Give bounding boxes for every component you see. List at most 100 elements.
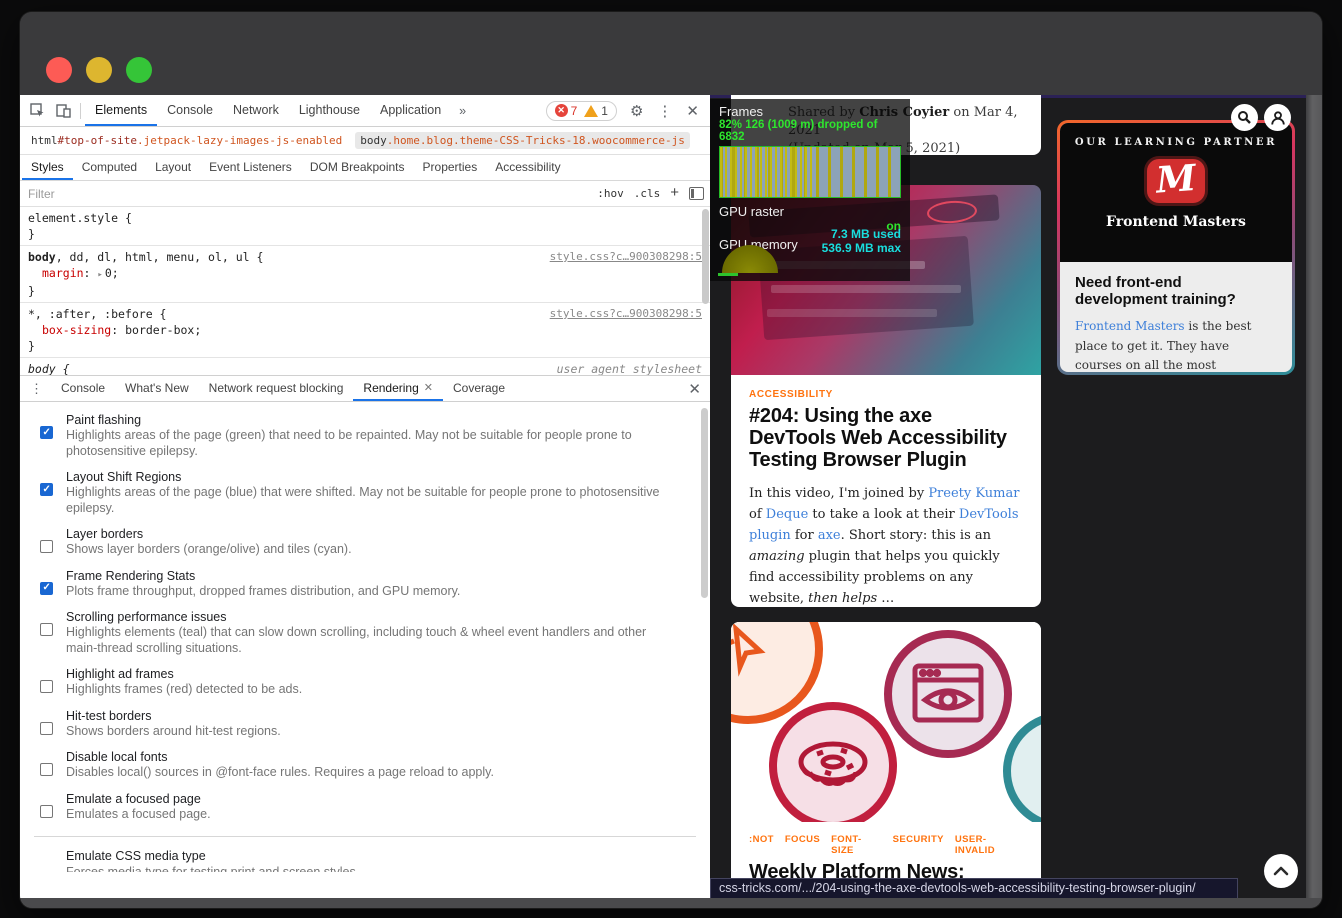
computed-sidebar-toggle-icon[interactable]: [689, 187, 704, 200]
drawer-tab-bar: ⋮ Console What's New Network request blo…: [20, 375, 710, 402]
tag-security[interactable]: SECURITY: [893, 834, 944, 856]
layout-shift-regions-checkbox[interactable]: [40, 483, 53, 496]
drawer-scrollbar[interactable]: [701, 408, 708, 598]
tab-computed[interactable]: Computed: [73, 155, 146, 180]
highlight-ad-frames-checkbox[interactable]: [40, 680, 53, 693]
tab-styles[interactable]: Styles: [22, 155, 73, 180]
option-highlight-ad-frames: Highlight ad frames Highlights frames (r…: [40, 666, 666, 698]
breadcrumb-body[interactable]: body.home.blog.theme-CSS-Tricks-18.wooco…: [355, 132, 690, 149]
link-deque[interactable]: Deque: [766, 507, 809, 522]
element-breadcrumbs: html#top-of-site.jetpack-lazy-images-js-…: [20, 127, 710, 155]
rendering-panel: Paint flashing Highlights areas of the p…: [20, 402, 710, 872]
gpu-raster-label: GPU raster: [719, 204, 784, 219]
layer-borders-checkbox[interactable]: [40, 540, 53, 553]
tab-dom-breakpoints[interactable]: DOM Breakpoints: [301, 155, 414, 180]
partner-brand-name[interactable]: Frontend Masters: [1060, 214, 1292, 230]
chevron-up-icon: [1273, 866, 1289, 876]
toggle-hover-state[interactable]: :hov: [597, 187, 624, 200]
drawer-tab-rendering[interactable]: Rendering✕: [353, 376, 443, 401]
more-tabs-chevron[interactable]: »: [451, 95, 474, 126]
link-axe[interactable]: axe: [818, 528, 841, 543]
styles-filter-input[interactable]: [26, 186, 587, 202]
new-style-rule-button[interactable]: +: [670, 184, 679, 201]
emulate-focused-page-checkbox[interactable]: [40, 805, 53, 818]
tab-event-listeners[interactable]: Event Listeners: [200, 155, 301, 180]
account-button[interactable]: [1264, 104, 1291, 131]
issues-counter[interactable]: ✕ 7 1: [546, 101, 617, 121]
emulate-media-type-desc: Forces media type for testing print and …: [66, 865, 696, 872]
tab-console[interactable]: Console: [157, 95, 223, 126]
css-rule-box-sizing[interactable]: style.css?c…900308298:5*, :after, :befor…: [20, 303, 710, 358]
drawer-kebab-menu-icon[interactable]: ⋮: [22, 376, 51, 401]
tab-properties[interactable]: Properties: [414, 155, 487, 180]
divider: [80, 103, 81, 119]
rules-scrollbar[interactable]: [702, 209, 709, 304]
tab-accessibility[interactable]: Accessibility: [486, 155, 569, 180]
option-layer-borders: Layer borders Shows layer borders (orang…: [40, 526, 666, 558]
category-tag-accessibility[interactable]: ACCESSIBILITY: [749, 389, 1023, 400]
tab-layout[interactable]: Layout: [146, 155, 200, 180]
close-tab-icon[interactable]: ✕: [424, 381, 433, 394]
tab-application[interactable]: Application: [370, 95, 451, 126]
minimize-traffic-light[interactable]: [86, 57, 112, 83]
devtools-toolbar: Elements Console Network Lighthouse Appl…: [20, 95, 710, 127]
drawer-tab-coverage[interactable]: Coverage: [443, 376, 515, 401]
partner-kicker: OUR LEARNING PARTNER: [1060, 137, 1292, 148]
scrolling-performance-checkbox[interactable]: [40, 623, 53, 636]
frame-rendering-stats-overlay: Frames 82% 126 (1009 m) dropped of 6832 …: [710, 99, 910, 281]
frontend-masters-logo[interactable]: M: [1147, 159, 1205, 203]
paint-flashing-checkbox[interactable]: [40, 426, 53, 439]
inspect-element-icon[interactable]: [24, 98, 50, 124]
link-preety-kumar[interactable]: Preety Kumar: [928, 486, 1019, 501]
tag-focus[interactable]: FOCUS: [785, 834, 820, 856]
css-rules-pane: element.style style.css?c…900308298:5bod…: [20, 207, 710, 375]
zoom-traffic-light[interactable]: [126, 57, 152, 83]
toggle-classes[interactable]: .cls: [634, 187, 661, 200]
expand-shorthand-icon[interactable]: ▸: [97, 270, 102, 280]
close-traffic-light[interactable]: [46, 57, 72, 83]
window-titlebar[interactable]: [20, 12, 1322, 95]
article-card-2: :NOT FOCUS FONT-SIZE SECURITY USER-INVAL…: [731, 622, 1041, 898]
drawer-tab-whats-new[interactable]: What's New: [115, 376, 199, 401]
breadcrumb-html[interactable]: html#top-of-site.jetpack-lazy-images-js-…: [26, 132, 347, 149]
tab-lighthouse[interactable]: Lighthouse: [289, 95, 370, 126]
page-scrollbar[interactable]: [1306, 95, 1322, 898]
tag-font-size[interactable]: FONT-SIZE: [831, 834, 882, 856]
css-rule-user-agent[interactable]: user agent stylesheetbody displayblock: [20, 358, 710, 375]
link-status-url: css-tricks.com/.../204-using-the-axe-dev…: [710, 878, 1238, 898]
search-icon: [1237, 110, 1252, 125]
device-toolbar-icon[interactable]: [50, 98, 76, 124]
hit-test-borders-checkbox[interactable]: [40, 722, 53, 735]
disable-local-fonts-checkbox[interactable]: [40, 763, 53, 776]
option-disable-local-fonts: Disable local fonts Disables local() sou…: [40, 749, 666, 781]
close-devtools-icon[interactable]: ✕: [679, 102, 706, 120]
drawer-tab-console[interactable]: Console: [51, 376, 115, 401]
scroll-to-top-button[interactable]: [1264, 854, 1298, 888]
frames-label: Frames: [719, 104, 901, 119]
css-rule-element-style[interactable]: element.style: [20, 207, 710, 246]
kebab-menu-icon[interactable]: ⋮: [650, 102, 679, 120]
link-frontend-masters[interactable]: Frontend Masters: [1075, 319, 1185, 333]
learning-partner-card: OUR LEARNING PARTNER M Frontend Masters …: [1057, 120, 1295, 375]
tag-user-invalid[interactable]: USER-INVALID: [955, 834, 1023, 856]
close-drawer-icon[interactable]: ✕: [681, 380, 708, 398]
article-title[interactable]: #204: Using the axe DevTools Web Accessi…: [749, 405, 1023, 471]
css-rule-margin[interactable]: style.css?c…900308298:5body, dd, dl, htm…: [20, 246, 710, 303]
window-bottom-edge: [20, 898, 1322, 908]
article-hero-image-icons[interactable]: [731, 622, 1041, 822]
emulate-media-type-label: Emulate CSS media type: [66, 849, 696, 863]
tab-elements[interactable]: Elements: [85, 95, 157, 126]
tab-network[interactable]: Network: [223, 95, 289, 126]
frame-rendering-stats-checkbox[interactable]: [40, 582, 53, 595]
user-agent-stylesheet-label: user agent stylesheet: [557, 361, 702, 375]
drawer-tab-network-request-blocking[interactable]: Network request blocking: [199, 376, 354, 401]
search-button[interactable]: [1231, 104, 1258, 131]
stylesheet-link[interactable]: style.css?c…900308298:5: [550, 306, 702, 322]
styles-filter-row: :hov .cls +: [20, 181, 710, 207]
tag-not[interactable]: :NOT: [749, 834, 774, 856]
error-icon: ✕: [555, 104, 568, 117]
warning-icon: [584, 105, 598, 117]
settings-gear-icon[interactable]: ⚙: [623, 102, 650, 120]
partner-heading: Need front-end development training?: [1075, 274, 1277, 308]
stylesheet-link[interactable]: style.css?c…900308298:5: [550, 249, 702, 265]
